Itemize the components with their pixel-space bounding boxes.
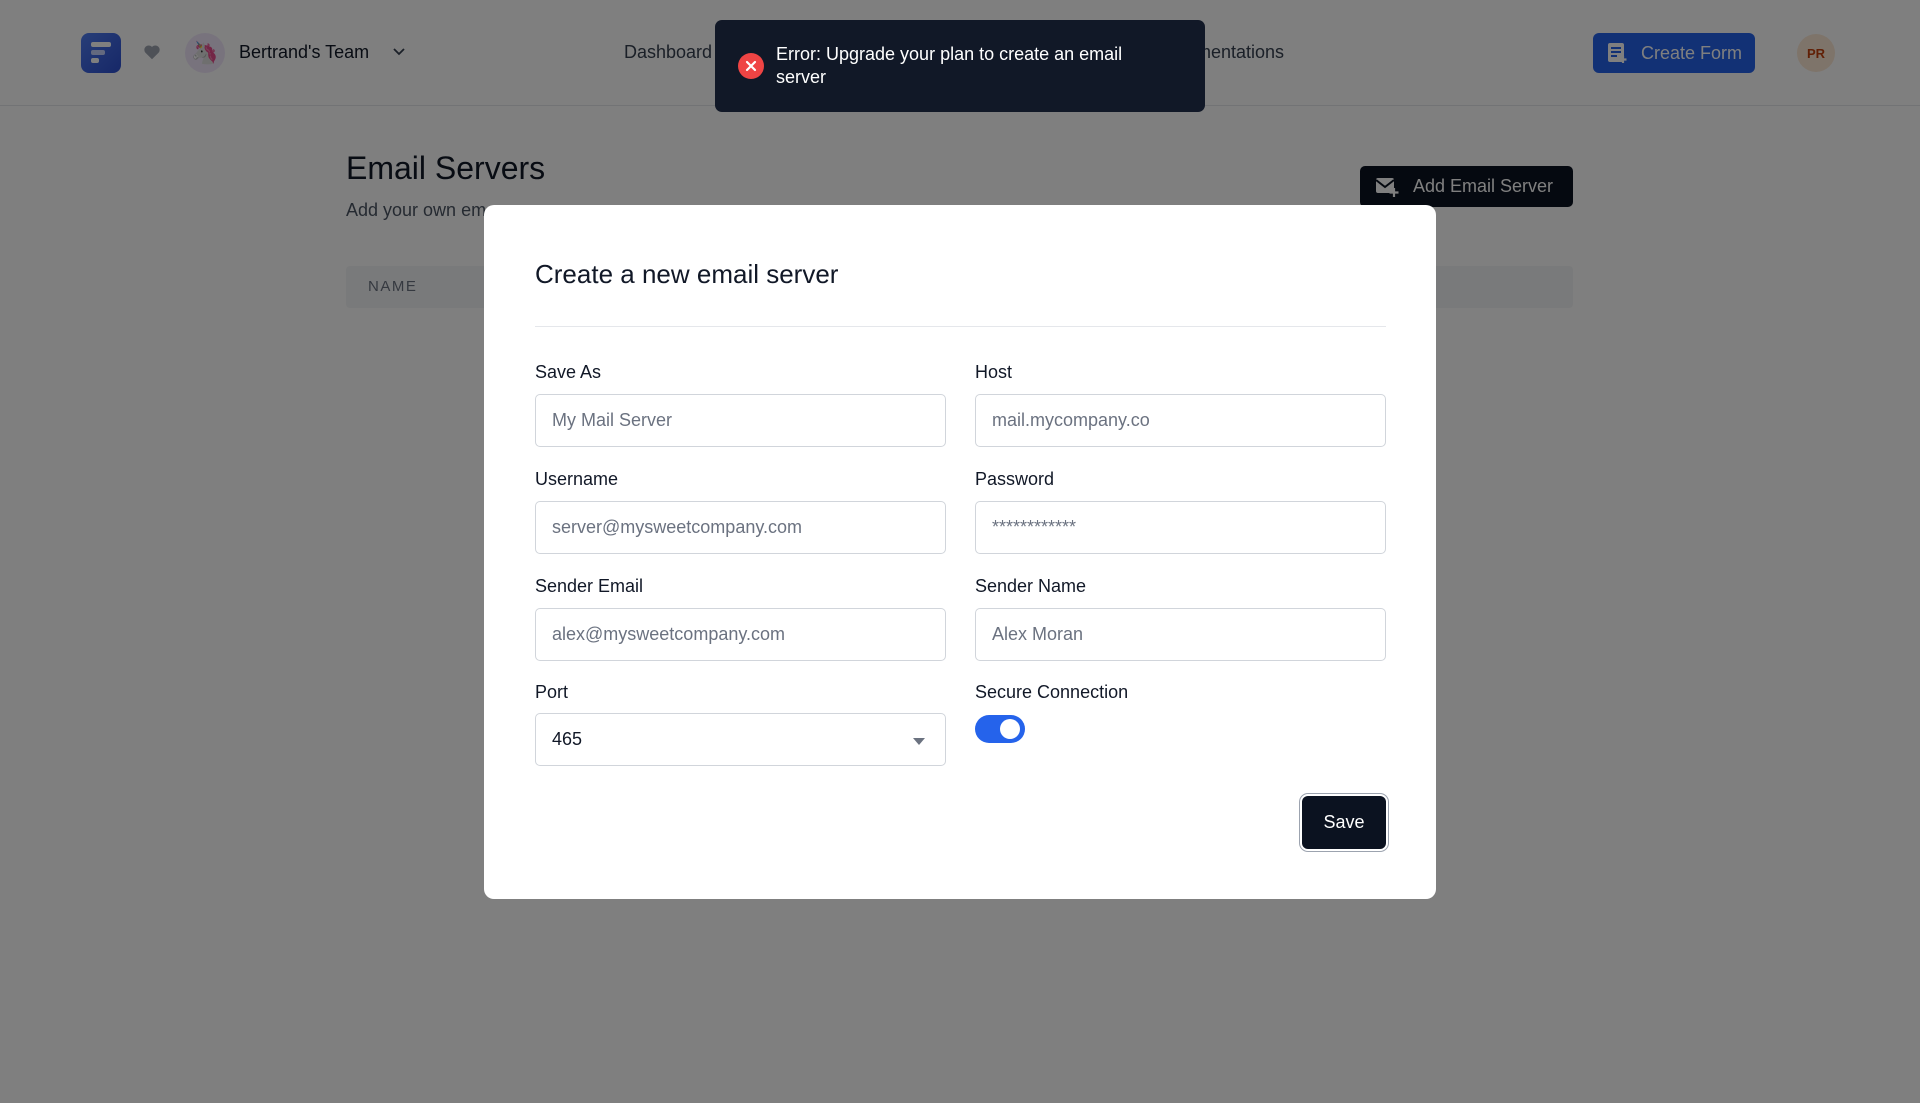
secure-connection-toggle[interactable] — [975, 715, 1025, 743]
sender-email-input[interactable] — [535, 608, 946, 661]
caret-down-icon — [913, 738, 925, 745]
close-icon — [745, 60, 757, 72]
username-label: Username — [535, 469, 619, 489]
sender-name-label: Sender Name — [975, 576, 1087, 596]
save-as-label: Save As — [535, 362, 602, 382]
port-select[interactable]: 465 — [535, 713, 946, 766]
password-input[interactable] — [975, 501, 1386, 554]
save-as-input[interactable] — [535, 394, 946, 447]
save-button[interactable]: Save — [1302, 796, 1386, 849]
port-label: Port — [535, 682, 569, 702]
host-input[interactable] — [975, 394, 1386, 447]
sender-name-input[interactable] — [975, 608, 1386, 661]
username-input[interactable] — [535, 501, 946, 554]
secure-connection-label: Secure Connection — [975, 682, 1129, 702]
create-email-server-modal: Create a new email server Save As Host U… — [484, 205, 1436, 899]
host-label: Host — [975, 362, 1013, 382]
password-label: Password — [975, 469, 1055, 489]
modal-divider — [535, 326, 1386, 327]
modal-title: Create a new email server — [535, 259, 839, 289]
port-value: 465 — [552, 729, 583, 749]
error-toast: Error: Upgrade your plan to create an em… — [715, 20, 1205, 112]
sender-email-label: Sender Email — [535, 576, 644, 596]
error-icon — [738, 53, 764, 79]
toast-message: Error: Upgrade your plan to create an em… — [776, 44, 1123, 87]
toggle-knob — [1000, 719, 1020, 739]
